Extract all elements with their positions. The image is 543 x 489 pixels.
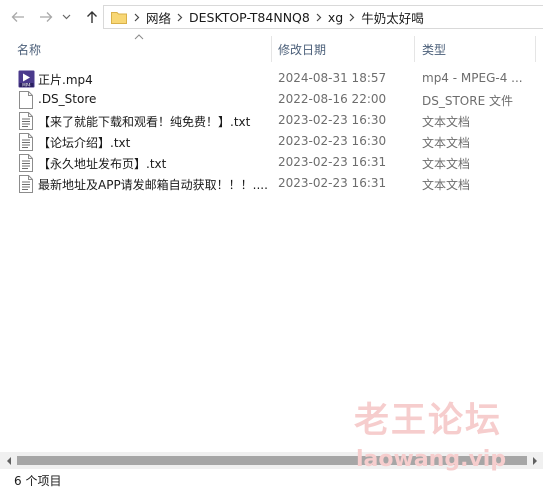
recent-locations-button[interactable] xyxy=(60,7,72,27)
file-row[interactable]: 【来了就能下载和观看！纯免费！】.txt 2023-02-23 16:30 文本… xyxy=(0,110,543,131)
text-file-icon xyxy=(17,132,35,151)
blank-file-icon xyxy=(17,90,35,109)
svg-text:MP4: MP4 xyxy=(22,82,31,87)
chevron-right-icon[interactable] xyxy=(171,13,189,22)
back-arrow-icon xyxy=(11,12,24,22)
file-row[interactable]: .DS_Store 2022-08-16 22:00 DS_STORE 文件 xyxy=(0,89,543,110)
text-file-icon xyxy=(17,153,35,172)
watermark-url: laowang.vip xyxy=(356,447,507,472)
column-divider[interactable] xyxy=(414,36,415,62)
folder-icon xyxy=(110,6,128,28)
column-divider[interactable] xyxy=(535,36,536,62)
forward-button[interactable] xyxy=(37,7,55,27)
sort-ascending-icon xyxy=(134,34,144,40)
file-type: 文本文档 xyxy=(422,157,471,171)
file-name[interactable]: 最新地址及APP请发邮箱自动获取！！！.... xyxy=(38,176,268,193)
chevron-right-icon[interactable] xyxy=(310,13,328,22)
breadcrumb-current-folder[interactable]: 牛奶太好喝 xyxy=(361,8,424,27)
address-box[interactable]: 网络 DESKTOP-T84NNQ8 xg 牛奶太好喝 xyxy=(103,5,543,29)
video-file-icon: MP4 xyxy=(17,69,35,88)
file-name[interactable]: 【来了就能下载和观看！纯免费！】.txt xyxy=(38,113,250,130)
file-type: 文本文档 xyxy=(422,136,471,150)
back-button[interactable] xyxy=(9,7,27,27)
file-type: 文本文档 xyxy=(422,115,471,129)
breadcrumb-network[interactable]: 网络 xyxy=(146,8,171,27)
file-name[interactable]: 正片.mp4 xyxy=(38,71,93,88)
chevron-down-icon xyxy=(62,14,70,20)
file-name[interactable]: .DS_Store xyxy=(38,92,96,106)
breadcrumb-share[interactable]: xg xyxy=(328,10,343,25)
scroll-left-button[interactable] xyxy=(3,455,15,466)
up-button[interactable] xyxy=(83,7,101,27)
column-header-type[interactable]: 类型 xyxy=(422,41,446,58)
forward-arrow-icon xyxy=(40,12,53,22)
up-arrow-icon xyxy=(87,11,97,23)
file-date: 2023-02-23 16:31 xyxy=(278,176,387,190)
watermark-title: 老王论坛 xyxy=(354,401,503,441)
chevron-right-icon[interactable] xyxy=(343,13,361,22)
scroll-right-button[interactable] xyxy=(529,455,541,466)
breadcrumb-computer[interactable]: DESKTOP-T84NNQ8 xyxy=(189,10,310,25)
column-header-name[interactable]: 名称 xyxy=(17,41,41,58)
status-item-count: 6 个项目 xyxy=(14,474,62,488)
file-type: mp4 - MPEG-4 ... xyxy=(422,71,523,85)
text-file-icon xyxy=(17,174,35,193)
text-file-icon xyxy=(17,111,35,130)
file-date: 2023-02-23 16:31 xyxy=(278,155,387,169)
column-header-date[interactable]: 修改日期 xyxy=(278,41,326,58)
file-type: DS_STORE 文件 xyxy=(422,94,513,108)
file-row[interactable]: 【永久地址发布页】.txt 2023-02-23 16:31 文本文档 xyxy=(0,152,543,173)
scroll-right-arrow-icon xyxy=(533,456,537,465)
chevron-right-icon[interactable] xyxy=(128,13,146,22)
file-row[interactable]: 最新地址及APP请发邮箱自动获取！！！.... 2023-02-23 16:31… xyxy=(0,173,543,194)
address-bar-row: 网络 DESKTOP-T84NNQ8 xg 牛奶太好喝 xyxy=(0,0,543,34)
column-divider[interactable] xyxy=(271,36,272,62)
scroll-left-arrow-icon xyxy=(7,456,11,465)
file-row[interactable]: MP4 正片.mp4 2024-08-31 18:57 mp4 - MPEG-4… xyxy=(0,68,543,89)
file-name[interactable]: 【论坛介绍】.txt xyxy=(38,134,130,151)
file-date: 2023-02-23 16:30 xyxy=(278,134,387,148)
file-date: 2022-08-16 22:00 xyxy=(278,92,387,106)
file-date: 2023-02-23 16:30 xyxy=(278,113,387,127)
file-name[interactable]: 【永久地址发布页】.txt xyxy=(38,155,166,172)
file-type: 文本文档 xyxy=(422,178,471,192)
file-row[interactable]: 【论坛介绍】.txt 2023-02-23 16:30 文本文档 xyxy=(0,131,543,152)
file-date: 2024-08-31 18:57 xyxy=(278,71,387,85)
breadcrumb: 网络 DESKTOP-T84NNQ8 xg 牛奶太好喝 xyxy=(104,6,424,28)
